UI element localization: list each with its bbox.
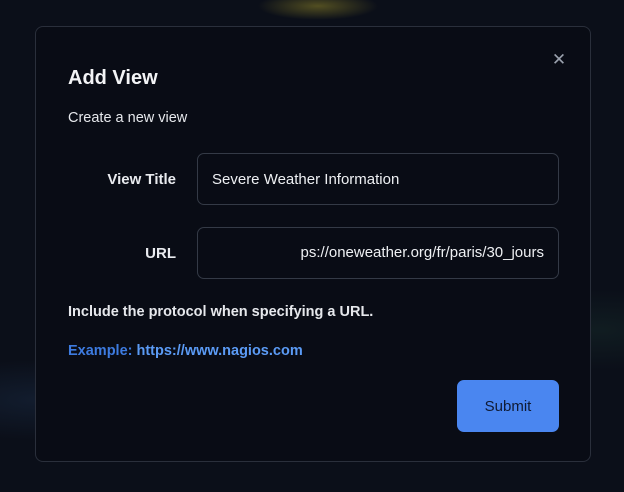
protocol-hint: Include the protocol when specifying a U… [68,304,374,320]
modal-subtitle: Create a new view [68,110,188,126]
close-icon[interactable]: ✕ [544,48,574,72]
view-title-label: View Title [107,171,176,188]
example-text: Example: https://www.nagios.com [68,341,303,361]
url-input[interactable]: ps://oneweather.org/fr/paris/30_jours [197,227,559,279]
url-label: URL [145,245,176,262]
submit-button[interactable]: Submit [457,380,559,432]
view-title-input[interactable] [197,153,559,205]
example-link[interactable]: https://www.nagios.com [137,343,303,359]
example-prefix: Example: [68,343,137,359]
url-input-value: ps://oneweather.org/fr/paris/30_jours [300,244,544,261]
modal-title: Add View [68,67,158,89]
